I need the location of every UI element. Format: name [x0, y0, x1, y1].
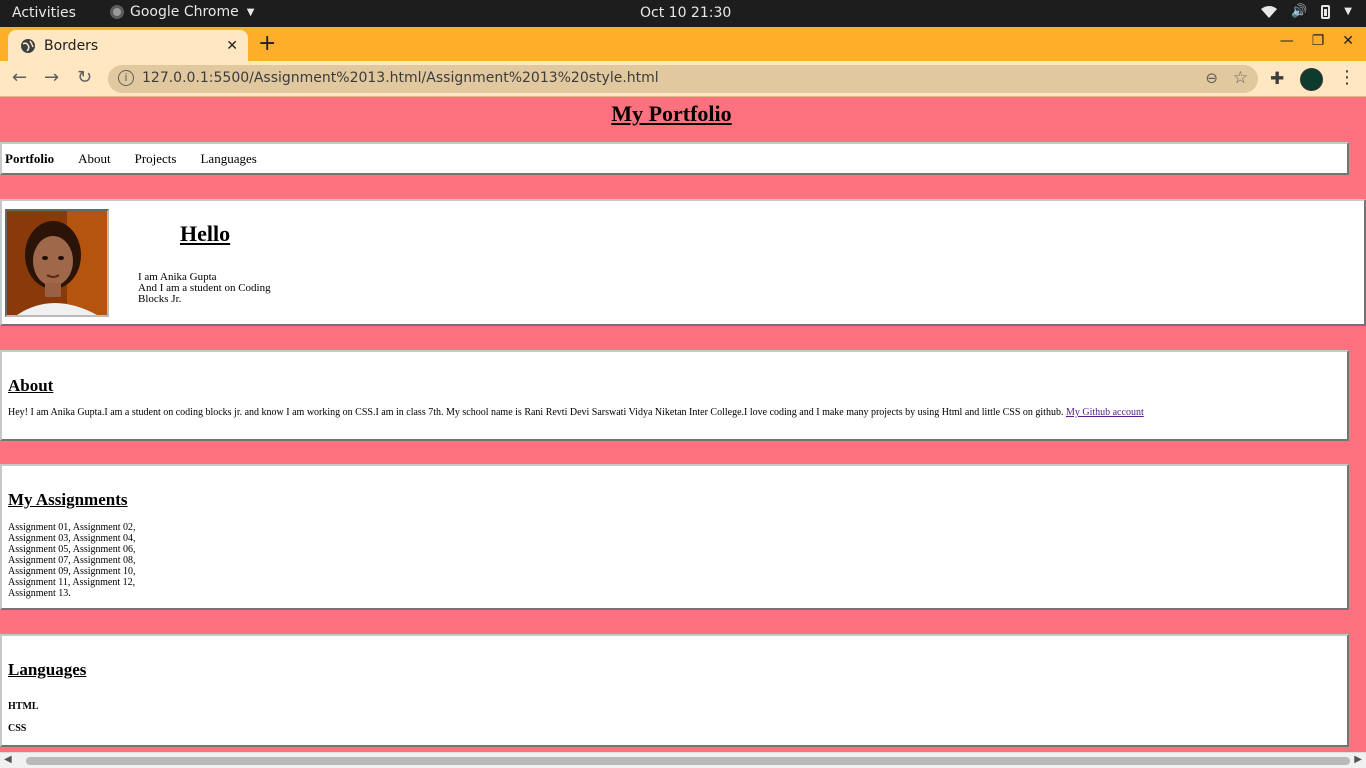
browser-toolbar: ← → ↻ i 127.0.0.1:5500/Assignment%2013.h… [0, 61, 1366, 97]
language-item-css: CSS [8, 723, 27, 734]
chrome-icon [110, 5, 124, 19]
list-item: Assignment 05, Assignment 06, [8, 544, 136, 555]
url-text[interactable]: 127.0.0.1:5500/Assignment%2013.html/Assi… [142, 70, 659, 86]
hello-heading: Hello [180, 221, 231, 246]
languages-section: Languages HTML CSS [0, 634, 1349, 747]
window-controls: — ❐ ✕ [1280, 33, 1354, 49]
list-item: Assignment 13. [8, 588, 71, 599]
wifi-icon [1261, 5, 1278, 18]
profile-avatar[interactable] [1300, 68, 1323, 91]
tab-title: Borders [44, 37, 99, 54]
list-item: Assignment 11, Assignment 12, [8, 577, 136, 588]
nav-item-projects[interactable]: Projects [135, 151, 177, 167]
intro-line: Blocks Jr. [138, 293, 182, 305]
app-name: Google Chrome [130, 4, 239, 20]
list-item: Assignment 07, Assignment 08, [8, 555, 136, 566]
zoom-icon[interactable]: ⊖ [1205, 69, 1218, 87]
battery-icon [1321, 4, 1331, 19]
scroll-right-icon[interactable]: ▶ [1354, 754, 1362, 765]
clock[interactable]: Oct 10 21:30 [640, 5, 731, 21]
tray-caret-icon: ▼ [1344, 6, 1352, 17]
nav-item-languages[interactable]: Languages [200, 151, 256, 167]
address-bar[interactable]: i 127.0.0.1:5500/Assignment%2013.html/As… [108, 65, 1258, 93]
globe-icon [21, 38, 35, 53]
assignments-list: Assignment 01, Assignment 02, Assignment… [8, 522, 158, 599]
caret-down-icon: ▼ [246, 6, 255, 18]
new-tab-button[interactable]: + [258, 31, 276, 56]
profile-photo [5, 209, 109, 317]
assignments-heading: My Assignments [8, 490, 128, 509]
back-arrow-icon[interactable]: ← [12, 67, 27, 88]
app-menu[interactable]: Google Chrome ▼ [110, 4, 254, 20]
list-item: Assignment 09, Assignment 10, [8, 566, 136, 577]
horizontal-scrollbar[interactable]: ◀ ▶ [0, 752, 1366, 768]
forward-arrow-icon[interactable]: → [44, 67, 59, 88]
web-page: My Portfolio Portfolio About Projects La… [0, 97, 1366, 752]
restore-icon[interactable]: ❐ [1312, 33, 1325, 49]
extensions-puzzle-icon[interactable]: ✚ [1270, 69, 1284, 89]
nav-item-about[interactable]: About [78, 151, 111, 167]
hello-section: Hello I am Anika Gupta And I am a studen… [0, 199, 1366, 326]
list-item: Assignment 01, Assignment 02, [8, 522, 136, 533]
close-window-icon[interactable]: ✕ [1342, 33, 1354, 49]
about-heading: About [8, 376, 54, 395]
system-top-bar: Activities Google Chrome ▼ Oct 10 21:30 … [0, 0, 1366, 27]
about-section: About Hey! I am Anika Gupta.I am a stude… [0, 350, 1349, 441]
list-item: Assignment 03, Assignment 04, [8, 533, 136, 544]
intro-text: I am Anika Gupta And I am a student on C… [138, 272, 278, 305]
activities-button[interactable]: Activities [12, 5, 76, 21]
github-link[interactable]: My Github account [1066, 407, 1144, 418]
about-text: Hey! I am Anika Gupta.I am a student on … [8, 407, 1144, 418]
close-tab-icon[interactable]: ✕ [226, 38, 238, 54]
language-item-html: HTML [8, 701, 39, 712]
bookmark-star-icon[interactable]: ☆ [1233, 68, 1248, 88]
nav-brand[interactable]: Portfolio [5, 151, 54, 167]
scroll-left-icon[interactable]: ◀ [4, 754, 12, 765]
scrollbar-thumb[interactable] [26, 757, 1350, 765]
nav-bar: Portfolio About Projects Languages [0, 142, 1349, 175]
site-info-icon[interactable]: i [118, 70, 134, 86]
languages-heading: Languages [8, 660, 87, 679]
volume-icon: 🔊 [1291, 4, 1308, 19]
reload-icon[interactable]: ↻ [77, 67, 92, 88]
assignments-section: My Assignments Assignment 01, Assignment… [0, 464, 1349, 610]
minimize-icon[interactable]: — [1280, 33, 1294, 49]
kebab-menu-icon[interactable]: ⋮ [1338, 67, 1356, 88]
tab-strip: Borders ✕ + — ❐ ✕ [0, 27, 1366, 61]
system-tray[interactable]: 🔊 ▼ [1261, 4, 1352, 19]
page-title: My Portfolio [611, 101, 732, 126]
about-paragraph: Hey! I am Anika Gupta.I am a student on … [8, 407, 1066, 418]
tab-borders[interactable]: Borders ✕ [8, 30, 248, 61]
